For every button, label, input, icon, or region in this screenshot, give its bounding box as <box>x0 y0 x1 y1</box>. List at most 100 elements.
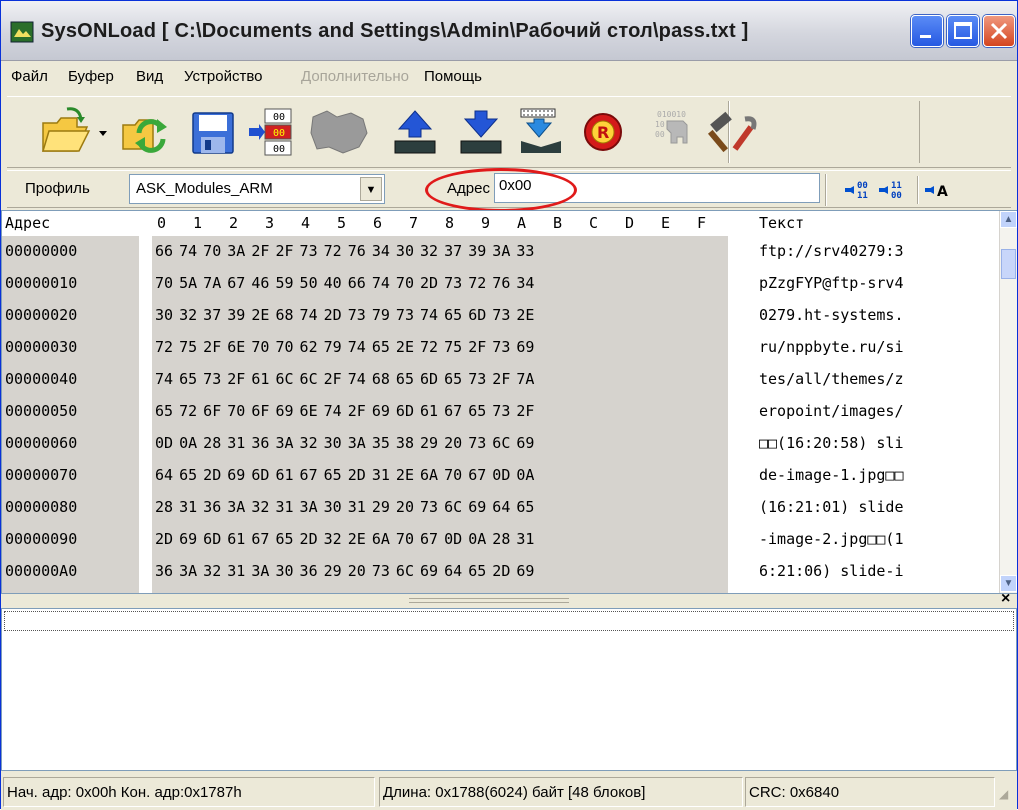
insert-bytes-icon: 00 00 00 <box>249 108 292 156</box>
row-text[interactable]: ru/nppbyte.ru/si <box>759 338 904 356</box>
open-button[interactable] <box>37 103 93 161</box>
menu-device[interactable]: Устройство <box>184 68 262 85</box>
row-address: 00000000 <box>5 242 78 260</box>
pane-splitter[interactable]: × <box>1 590 1017 608</box>
header-address: Адрес <box>5 214 51 232</box>
row-text[interactable]: 6:21:06) slide-i <box>759 562 904 580</box>
download-button[interactable] <box>453 103 509 161</box>
goto-prev-button[interactable]: 11 00 <box>879 176 911 204</box>
row-hex-bytes[interactable]: 28 31 36 3A 32 31 3A 30 31 29 20 73 6C 6… <box>155 498 534 516</box>
row-address: 00000010 <box>5 274 78 292</box>
reload-button[interactable] <box>117 103 173 161</box>
status-range: Нач. адр: 0x00h Кон. адр:0x1787h <box>3 777 375 807</box>
row-hex-bytes[interactable]: 64 65 2D 69 6D 61 67 65 2D 31 2E 6A 70 6… <box>155 466 534 484</box>
row-hex-bytes[interactable]: 0D 0A 28 31 36 3A 32 30 3A 35 38 29 20 7… <box>155 434 534 452</box>
hex-row[interactable]: 00000060 0D 0A 28 31 36 3A 32 30 3A 35 3… <box>2 428 1002 460</box>
save-button[interactable] <box>185 103 241 161</box>
hex-row[interactable]: 00000040 74 65 73 2F 61 6C 6C 2F 74 68 6… <box>2 364 1002 396</box>
addressbar-separator-2 <box>917 176 919 204</box>
svg-text:11: 11 <box>891 181 902 191</box>
chevron-down-icon[interactable]: ▼ <box>360 177 382 201</box>
header-col-3: 3 <box>265 214 275 232</box>
insert-bytes-button[interactable]: 00 00 00 <box>243 103 299 161</box>
goto-text-icon: A <box>925 184 948 200</box>
svg-text:00: 00 <box>655 130 665 139</box>
header-text: Текст <box>759 214 805 232</box>
row-hex-bytes[interactable]: 72 75 2F 6E 70 70 62 79 74 65 2E 72 75 2… <box>155 338 534 356</box>
menu-help[interactable]: Помощь <box>424 68 482 85</box>
status-crc: CRC: 0x6840 <box>745 777 995 807</box>
address-bar: Профиль ASK_Modules_ARM ▼ Адрес 0x00 00 … <box>7 168 1011 212</box>
header-col-8: 8 <box>445 214 455 232</box>
row-text[interactable]: tes/all/themes/z <box>759 370 904 388</box>
hex-header: Адрес 0 1 2 3 4 5 6 7 8 9 A B C D E F Те… <box>2 211 1002 234</box>
map-icon <box>310 110 368 154</box>
profile-label: Профиль <box>25 180 90 197</box>
row-hex-bytes[interactable]: 70 5A 7A 67 46 59 50 40 66 74 70 2D 73 7… <box>155 274 534 292</box>
toolbar: 00 00 00 R 010010 10 00 <box>7 96 1011 168</box>
minimize-button[interactable] <box>911 15 943 47</box>
row-text[interactable]: (16:21:01) slide <box>759 498 904 516</box>
log-pane[interactable] <box>1 608 1017 771</box>
upload-button[interactable] <box>387 103 443 161</box>
upload-to-device-icon <box>394 110 436 154</box>
log-selected-line[interactable] <box>4 611 1014 631</box>
profile-value: ASK_Modules_ARM <box>136 180 273 197</box>
hex-row[interactable]: 00000020 30 32 37 39 2E 68 74 2D 73 79 7… <box>2 300 1002 332</box>
scroll-thumb[interactable] <box>1001 249 1016 279</box>
resize-grip-icon[interactable]: ◢ <box>999 787 1008 801</box>
hex-row[interactable]: 000000A0 36 3A 32 31 3A 30 36 29 20 73 6… <box>2 556 1002 588</box>
close-pane-icon[interactable]: × <box>1001 590 1010 608</box>
svg-text:00: 00 <box>273 112 285 123</box>
menu-file[interactable]: Файл <box>11 68 48 85</box>
header-col-4: 4 <box>301 214 311 232</box>
row-text[interactable]: 0279.ht-systems. <box>759 306 904 324</box>
tools-icon <box>707 111 757 153</box>
scroll-up-icon[interactable]: ▲ <box>1000 211 1017 228</box>
open-dropdown-button[interactable] <box>95 103 113 161</box>
goto-next-button[interactable]: 00 11 <box>845 176 877 204</box>
tools-button[interactable] <box>705 103 761 161</box>
status-length: Длина: 0x1788(6024) байт [48 блоков] <box>379 777 743 807</box>
svg-text:R: R <box>597 123 609 142</box>
hex-row[interactable]: 00000080 28 31 36 3A 32 31 3A 30 31 29 2… <box>2 492 1002 524</box>
write-chip-button[interactable] <box>513 103 569 161</box>
maximize-button[interactable] <box>947 15 979 47</box>
row-address: 00000060 <box>5 434 78 452</box>
menu-bar: Файл Буфер Вид Устройство Дополнительно … <box>1 61 1017 93</box>
header-col-0: 0 <box>157 214 167 232</box>
goto-text-button[interactable]: A <box>925 176 951 204</box>
header-col-e: E <box>661 214 671 232</box>
close-button[interactable] <box>983 15 1015 47</box>
splitter-grip[interactable] <box>409 598 569 603</box>
title-bar[interactable]: SysONLoad [ C:\Documents and Settings\Ad… <box>1 1 1017 61</box>
hex-row[interactable]: 00000050 65 72 6F 70 6F 69 6E 74 2F 69 6… <box>2 396 1002 428</box>
svg-text:00: 00 <box>273 128 285 139</box>
hex-row[interactable]: 00000000 66 74 70 3A 2F 2F 73 72 76 34 3… <box>2 236 1002 268</box>
row-hex-bytes[interactable]: 66 74 70 3A 2F 2F 73 72 76 34 30 32 37 3… <box>155 242 534 260</box>
key-button: 010010 10 00 <box>643 103 699 161</box>
row-text[interactable]: ftp://srv40279:3 <box>759 242 904 260</box>
menu-buffer[interactable]: Буфер <box>68 68 114 85</box>
row-text[interactable]: -image-2.jpg□□(1 <box>759 530 904 548</box>
hex-row[interactable]: 00000090 2D 69 6D 61 67 65 2D 32 2E 6A 7… <box>2 524 1002 556</box>
row-text[interactable]: □□(16:20:58) sli <box>759 434 904 452</box>
svg-text:A: A <box>937 184 948 200</box>
row-text[interactable]: pZzgFYP@ftp-srv4 <box>759 274 904 292</box>
hex-row[interactable]: 00000010 70 5A 7A 67 46 59 50 40 66 74 7… <box>2 268 1002 300</box>
profile-select[interactable]: ASK_Modules_ARM ▼ <box>129 174 385 204</box>
row-hex-bytes[interactable]: 36 3A 32 31 3A 30 36 29 20 73 6C 69 64 6… <box>155 562 534 580</box>
row-hex-bytes[interactable]: 30 32 37 39 2E 68 74 2D 73 79 73 74 65 6… <box>155 306 534 324</box>
addressbar-separator <box>825 174 827 206</box>
row-text[interactable]: de-image-1.jpg□□ <box>759 466 904 484</box>
reset-button[interactable]: R <box>575 103 631 161</box>
hex-row[interactable]: 00000070 64 65 2D 69 6D 61 67 65 2D 31 2… <box>2 460 1002 492</box>
row-hex-bytes[interactable]: 65 72 6F 70 6F 69 6E 74 2F 69 6D 61 67 6… <box>155 402 534 420</box>
row-hex-bytes[interactable]: 74 65 73 2F 61 6C 6C 2F 74 68 65 6D 65 7… <box>155 370 534 388</box>
vertical-scrollbar[interactable]: ▲ ▼ <box>999 211 1017 593</box>
hex-editor[interactable]: Адрес 0 1 2 3 4 5 6 7 8 9 A B C D E F Те… <box>1 210 1017 594</box>
hex-row[interactable]: 00000030 72 75 2F 6E 70 70 62 79 74 65 2… <box>2 332 1002 364</box>
row-text[interactable]: eropoint/images/ <box>759 402 904 420</box>
menu-view[interactable]: Вид <box>136 68 163 85</box>
row-hex-bytes[interactable]: 2D 69 6D 61 67 65 2D 32 2E 6A 70 67 0D 0… <box>155 530 534 548</box>
